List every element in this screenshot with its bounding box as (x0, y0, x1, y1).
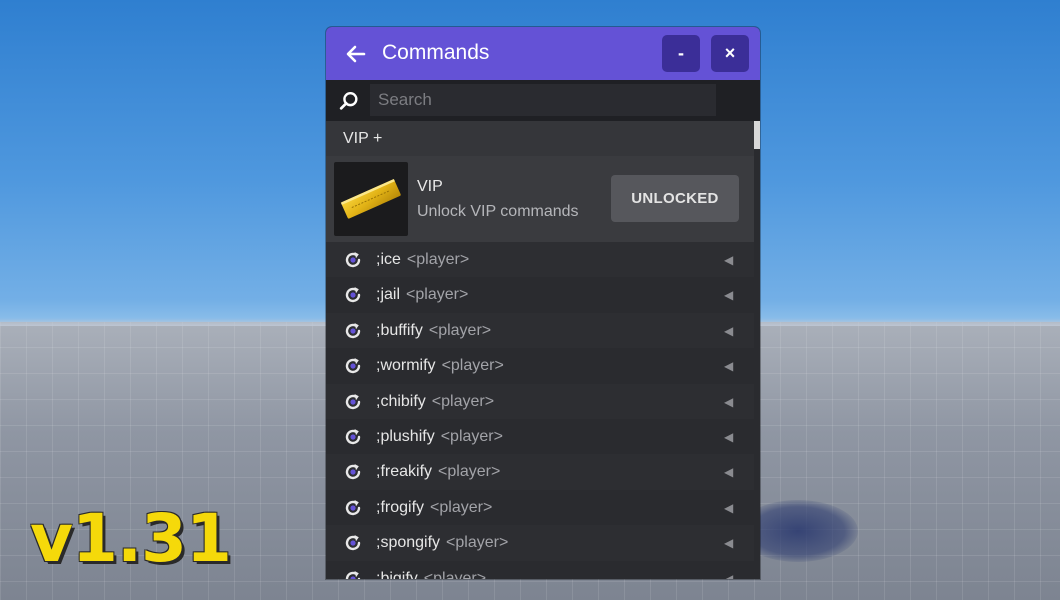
command-argument: <player> (428, 321, 492, 339)
vip-title: VIP (417, 178, 443, 195)
expand-arrow-icon[interactable]: ◀ (724, 430, 733, 444)
expand-arrow-icon[interactable]: ◀ (724, 288, 733, 302)
command-text: ;plushify <player> (376, 428, 503, 446)
command-row[interactable]: ;chibify <player> ◀ (326, 383, 754, 419)
command-name: ;plushify (376, 427, 435, 445)
vip-pass-image (334, 162, 408, 236)
expand-arrow-icon[interactable]: ◀ (724, 465, 733, 479)
expand-arrow-icon[interactable]: ◀ (724, 501, 733, 515)
command-row[interactable]: ;spongify <player> ◀ (326, 525, 754, 561)
list-scrollbar[interactable] (754, 121, 760, 579)
refresh-icon (345, 570, 361, 579)
section-header-vip: VIP + (326, 121, 754, 156)
command-name: ;buffify (376, 321, 423, 339)
command-argument: <player> (406, 251, 470, 268)
expand-arrow-icon[interactable]: ◀ (724, 572, 733, 579)
search-icon (339, 92, 358, 110)
close-button[interactable]: × (711, 35, 749, 72)
command-row[interactable]: ;bigify <player> ◀ (326, 560, 754, 579)
unlocked-button[interactable]: UNLOCKED (611, 175, 739, 222)
expand-arrow-icon[interactable]: ◀ (724, 359, 733, 373)
refresh-icon (345, 358, 361, 374)
command-name: ;bigify (376, 569, 418, 579)
commands-list[interactable]: VIP + VIP Unlock VIP commands UNLOCKED ;… (326, 121, 754, 579)
expand-arrow-icon[interactable]: ◀ (724, 536, 733, 550)
refresh-icon (345, 287, 361, 303)
panel-title: Commands (382, 41, 490, 64)
command-text: ;buffify <player> (376, 322, 491, 340)
refresh-icon (345, 393, 361, 409)
command-argument: <player> (440, 427, 503, 445)
command-text: ;bigify <player> (376, 570, 486, 579)
command-text: ;jail <player> (376, 286, 468, 304)
command-name: ;spongify (376, 534, 441, 552)
command-name: ;wormify (376, 357, 436, 375)
commands-panel: Commands - × VIP + (326, 27, 760, 579)
refresh-icon (345, 535, 361, 551)
command-text: ;ice <player> (376, 251, 469, 269)
refresh-icon (345, 252, 361, 268)
command-row[interactable]: ;ice <player> ◀ (326, 242, 754, 278)
refresh-icon (345, 428, 361, 445)
game-viewport: Commands - × VIP + (0, 0, 1060, 600)
version-label: v1.31 (30, 500, 232, 577)
search-bar (326, 80, 760, 121)
command-argument: <player> (446, 534, 509, 552)
expand-arrow-icon[interactable]: ◀ (724, 324, 733, 338)
refresh-icon (345, 322, 361, 338)
command-name: ;chibify (376, 392, 426, 410)
vip-description: Unlock VIP commands (417, 203, 579, 220)
command-argument: <player> (423, 569, 487, 579)
command-name: ;ice (376, 251, 401, 268)
command-argument: <player> (431, 392, 495, 410)
command-row[interactable]: ;plushify <player> ◀ (326, 418, 754, 455)
command-text: ;frogify <player> (376, 499, 492, 517)
vip-card: VIP Unlock VIP commands UNLOCKED (326, 156, 754, 242)
command-row[interactable]: ;frogify <player> ◀ (326, 489, 754, 526)
command-text: ;spongify <player> (376, 534, 508, 552)
command-row[interactable]: ;buffify <player> ◀ (326, 312, 754, 349)
expand-arrow-icon[interactable]: ◀ (724, 395, 733, 409)
scroll-thumb[interactable] (754, 121, 760, 149)
panel-titlebar: Commands - × (326, 27, 760, 80)
command-text: ;freakify <player> (376, 463, 500, 481)
refresh-icon (345, 464, 361, 480)
back-button[interactable] (342, 40, 370, 68)
command-name: ;jail (376, 286, 401, 304)
command-row[interactable]: ;jail <player> ◀ (326, 277, 754, 313)
command-name: ;frogify (376, 498, 425, 516)
expand-arrow-icon[interactable]: ◀ (724, 253, 733, 267)
command-row[interactable]: ;freakify <player> ◀ (326, 454, 754, 490)
minimize-button[interactable]: - (662, 35, 700, 72)
command-row[interactable]: ;wormify <player> ◀ (326, 348, 754, 384)
command-name: ;freakify (376, 463, 433, 481)
command-text: ;wormify <player> (376, 357, 504, 375)
refresh-icon (345, 499, 361, 515)
back-arrow-icon (346, 45, 366, 63)
command-text: ;chibify <player> (376, 393, 494, 411)
command-rows: ;ice <player> ◀ ;jail <player> ◀ ;buffify <play… (326, 242, 754, 579)
command-argument: <player> (430, 498, 493, 516)
command-argument: <player> (406, 286, 469, 304)
command-argument: <player> (441, 357, 504, 375)
search-input[interactable] (370, 84, 716, 116)
command-argument: <player> (438, 463, 501, 481)
